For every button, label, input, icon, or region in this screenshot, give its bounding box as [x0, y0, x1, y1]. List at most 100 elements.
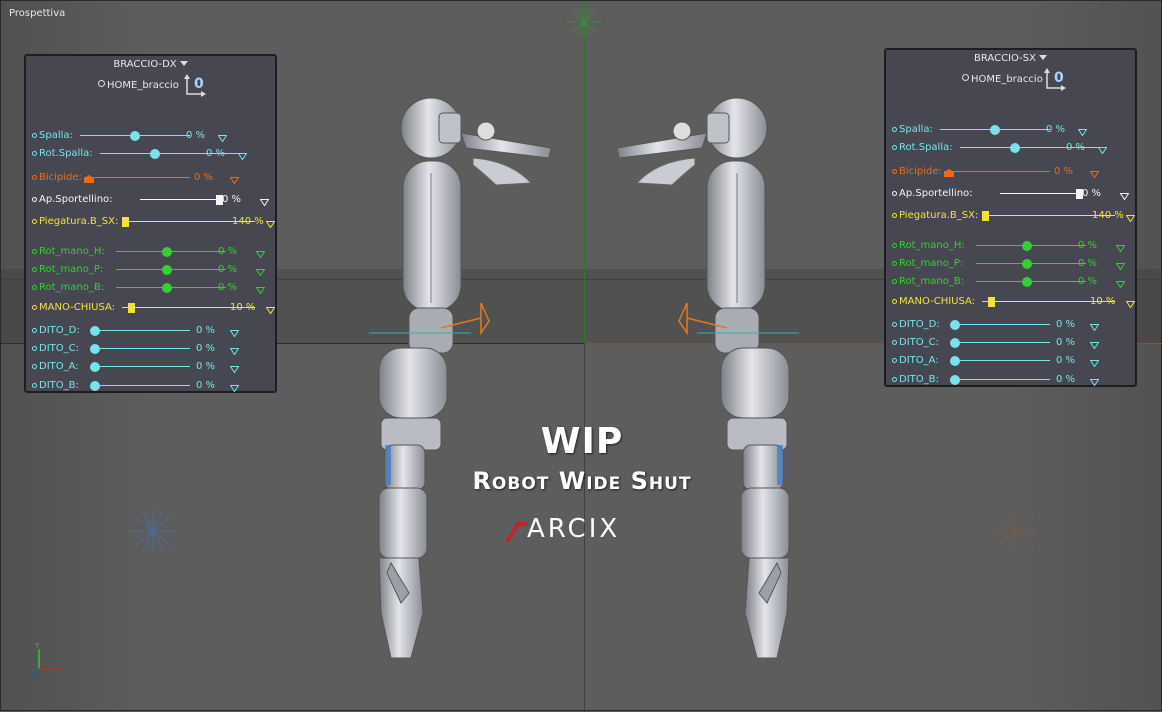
keyframe-dot-icon[interactable]: [32, 285, 37, 290]
chevron-down-icon[interactable]: [1090, 376, 1099, 386]
slider-value[interactable]: 0 %: [1056, 337, 1075, 348]
slider-handle[interactable]: [90, 362, 100, 372]
slider-value[interactable]: 0 %: [194, 172, 213, 183]
chevron-down-icon[interactable]: [266, 218, 275, 228]
slider-value[interactable]: 140 %: [232, 216, 264, 227]
keyframe-dot-icon[interactable]: [32, 346, 37, 351]
keyframe-dot-icon[interactable]: [892, 322, 897, 327]
3d-viewport[interactable]: Prospettiva WIP Robot Wide Shut ARCIX Y …: [0, 0, 1162, 712]
keyframe-dot-icon[interactable]: [892, 261, 897, 266]
chevron-down-icon[interactable]: [256, 248, 265, 258]
keyframe-dot-icon[interactable]: [32, 364, 37, 369]
slider-track[interactable]: [950, 360, 1050, 361]
keyframe-dot-icon[interactable]: [892, 243, 897, 248]
slider-track[interactable]: [1000, 193, 1080, 194]
slider-handle[interactable]: [990, 125, 1000, 135]
slider-value[interactable]: 0 %: [1046, 124, 1065, 135]
chevron-down-icon[interactable]: [179, 61, 188, 66]
slider-value[interactable]: 0 %: [1082, 188, 1101, 199]
slider-handle[interactable]: [1022, 277, 1032, 287]
slider-value[interactable]: 0 %: [218, 264, 237, 275]
chevron-down-icon[interactable]: [1116, 260, 1125, 270]
slider-value[interactable]: 0 %: [196, 380, 215, 391]
slider-value[interactable]: 0 %: [1066, 142, 1085, 153]
slider-value[interactable]: 0 %: [1078, 276, 1097, 287]
slider-value[interactable]: 0 %: [222, 194, 241, 205]
slider-value[interactable]: 0 %: [1054, 166, 1073, 177]
panel-title[interactable]: BRACCIO-SX: [886, 53, 1135, 64]
chevron-down-icon[interactable]: [1090, 357, 1099, 367]
light-gizmo-icon[interactable]: [563, 5, 605, 43]
slider-track[interactable]: [950, 379, 1050, 380]
reset-zero-icon[interactable]: 0: [1044, 66, 1066, 92]
panel-title[interactable]: BRACCIO-DX: [26, 59, 275, 70]
chevron-down-icon[interactable]: [230, 382, 239, 392]
keyframe-dot-icon[interactable]: [892, 145, 897, 150]
chevron-down-icon[interactable]: [1120, 190, 1129, 200]
chevron-down-icon[interactable]: [256, 284, 265, 294]
light-orange-icon[interactable]: [985, 506, 1045, 556]
chevron-down-icon[interactable]: [1038, 55, 1047, 60]
slider-track[interactable]: [140, 199, 220, 200]
slider-value[interactable]: 0 %: [1078, 240, 1097, 251]
chevron-down-icon[interactable]: [230, 345, 239, 355]
chevron-down-icon[interactable]: [260, 196, 269, 206]
slider-handle[interactable]: [950, 338, 960, 348]
slider-handle[interactable]: [128, 303, 135, 313]
slider-handle[interactable]: [162, 265, 172, 275]
slider-handle[interactable]: [982, 211, 989, 221]
keyframe-dot-icon[interactable]: [32, 267, 37, 272]
chevron-down-icon[interactable]: [1116, 242, 1125, 252]
slider-handle[interactable]: [90, 344, 100, 354]
keyframe-dot-icon[interactable]: [892, 127, 897, 132]
slider-track[interactable]: [950, 324, 1050, 325]
slider-value[interactable]: 0 %: [196, 343, 215, 354]
slider-value[interactable]: 0 %: [218, 246, 237, 257]
slider-handle[interactable]: [988, 297, 995, 307]
slider-value[interactable]: 0 %: [196, 361, 215, 372]
chevron-down-icon[interactable]: [1116, 278, 1125, 288]
slider-value[interactable]: 0 %: [218, 282, 237, 293]
chevron-down-icon[interactable]: [218, 132, 227, 142]
slider-handle[interactable]: [90, 326, 100, 336]
chevron-down-icon[interactable]: [1078, 126, 1087, 136]
chevron-down-icon[interactable]: [1126, 298, 1135, 308]
slider-track[interactable]: [90, 385, 190, 386]
keyframe-dot-icon[interactable]: [32, 305, 37, 310]
keyframe-dot-icon[interactable]: [32, 151, 37, 156]
slider-handle[interactable]: [162, 283, 172, 293]
home-braccio-button[interactable]: HOME_braccio: [98, 80, 179, 91]
slider-value[interactable]: 0 %: [1078, 258, 1097, 269]
reset-zero-icon[interactable]: 0: [184, 72, 206, 98]
chevron-down-icon[interactable]: [1090, 339, 1099, 349]
keyframe-dot-icon[interactable]: [892, 169, 897, 174]
slider-value[interactable]: 0 %: [1056, 374, 1075, 385]
slider-track[interactable]: [90, 366, 190, 367]
slider-value[interactable]: 10 %: [230, 302, 255, 313]
slider-handle[interactable]: [950, 320, 960, 330]
chevron-down-icon[interactable]: [1090, 168, 1099, 178]
slider-track[interactable]: [944, 171, 1050, 172]
slider-handle[interactable]: [150, 149, 160, 159]
home-braccio-button[interactable]: HOME_braccio: [962, 74, 1043, 85]
slider-handle[interactable]: [1010, 143, 1020, 153]
keyframe-dot-icon[interactable]: [32, 249, 37, 254]
chevron-down-icon[interactable]: [238, 150, 247, 160]
slider-handle[interactable]: [162, 247, 172, 257]
chevron-down-icon[interactable]: [230, 363, 239, 373]
robot-arm-right[interactable]: [361, 93, 561, 663]
slider-handle[interactable]: [122, 217, 129, 227]
chevron-down-icon[interactable]: [230, 174, 239, 184]
chevron-down-icon[interactable]: [1090, 321, 1099, 331]
keyframe-dot-icon[interactable]: [892, 213, 897, 218]
chevron-down-icon[interactable]: [1126, 212, 1135, 222]
slider-value[interactable]: 140 %: [1092, 210, 1124, 221]
keyframe-dot-icon[interactable]: [32, 328, 37, 333]
slider-handle[interactable]: [950, 356, 960, 366]
chevron-down-icon[interactable]: [266, 304, 275, 314]
keyframe-dot-icon[interactable]: [892, 358, 897, 363]
slider-track[interactable]: [90, 348, 190, 349]
chevron-down-icon[interactable]: [256, 266, 265, 276]
slider-value[interactable]: 0 %: [196, 325, 215, 336]
slider-handle[interactable]: [950, 375, 960, 385]
